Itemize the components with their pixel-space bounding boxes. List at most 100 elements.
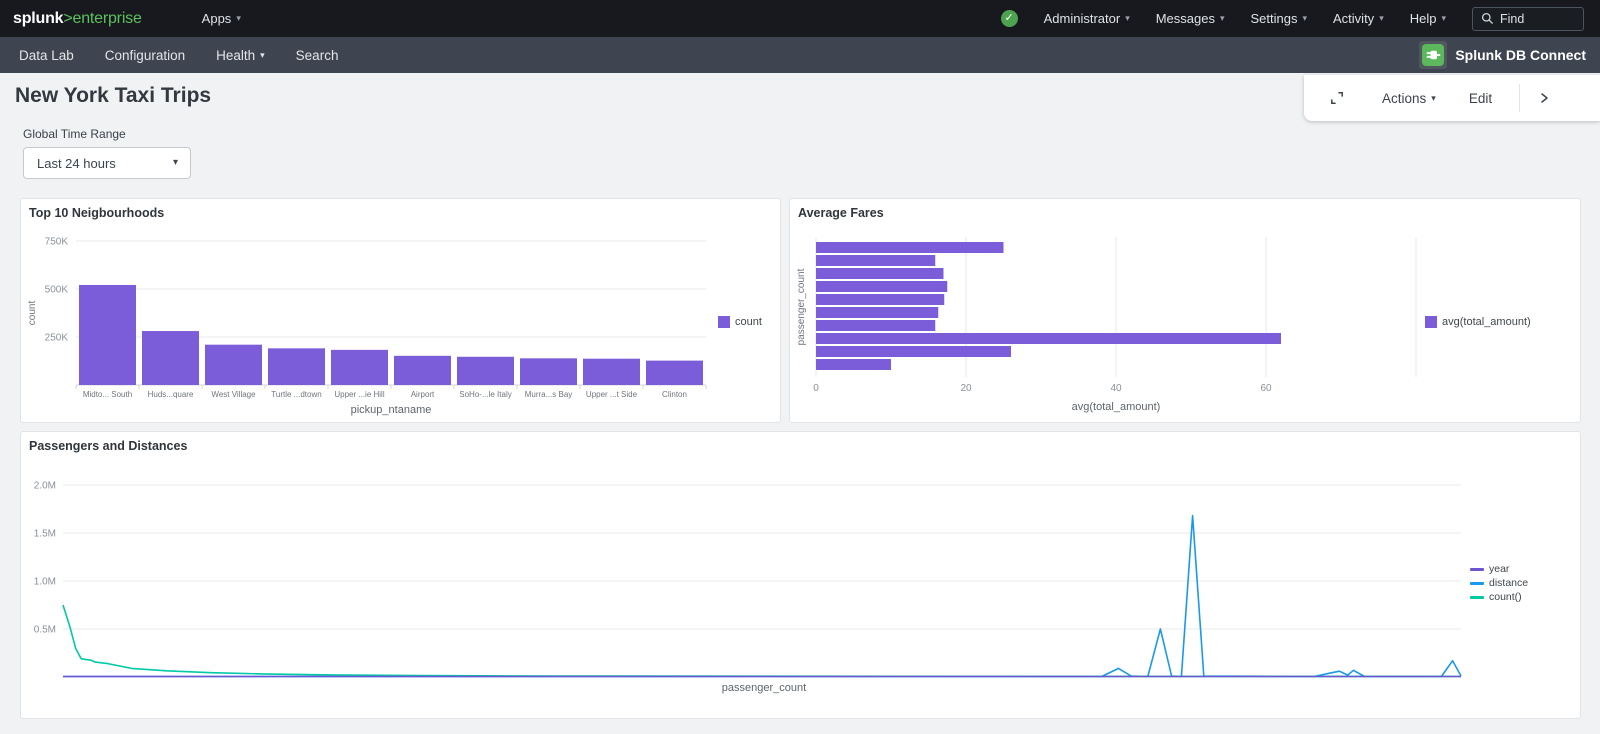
logo-brand: splunk <box>13 10 63 27</box>
svg-text:1.0M: 1.0M <box>34 577 56 588</box>
time-range-value: Last 24 hours <box>37 156 173 171</box>
legend-swatch <box>1425 316 1437 328</box>
svg-text:Midto... South: Midto... South <box>83 390 132 399</box>
legend-label: avg(total_amount) <box>1442 316 1531 328</box>
chart-passengers-distances-canvas: 0.5M1.0M1.5M2.0Mpassenger_count <box>21 432 1580 718</box>
legend-swatch <box>1470 582 1484 585</box>
activity-label: Activity <box>1333 11 1374 26</box>
legend-distance[interactable]: distance <box>1470 577 1528 589</box>
find-input[interactable] <box>1500 12 1575 26</box>
administrator-label: Administrator <box>1044 11 1121 26</box>
top-nav: splunk>enterprise Apps ▾ ✓ Administrator… <box>0 0 1600 37</box>
health-status-icon[interactable]: ✓ <box>1001 10 1018 27</box>
svg-text:passenger_count: passenger_count <box>796 268 807 345</box>
chevron-down-icon: ▾ <box>1220 14 1225 23</box>
svg-text:Upper ...ie Hill: Upper ...ie Hill <box>334 390 384 399</box>
time-range-dropdown[interactable]: Last 24 hours ▾ <box>23 147 191 179</box>
tab-data-lab[interactable]: Data Lab <box>19 48 74 63</box>
edit-label: Edit <box>1469 91 1492 106</box>
chevron-down-icon: ▾ <box>1302 14 1307 23</box>
search-icon <box>1481 12 1494 25</box>
administrator-menu[interactable]: Administrator ▾ <box>1044 11 1130 26</box>
page-title: New York Taxi Trips <box>15 84 211 108</box>
svg-text:passenger_count: passenger_count <box>722 682 806 694</box>
legend-label: distance <box>1489 577 1528 589</box>
chevron-down-icon: ▾ <box>1431 94 1436 103</box>
svg-text:750K: 750K <box>45 237 69 248</box>
app-identity: Splunk DB Connect <box>1419 41 1586 69</box>
collapse-panel-button[interactable] <box>1537 91 1551 105</box>
tab-health-label: Health <box>216 48 255 63</box>
apps-menu[interactable]: Apps ▾ <box>202 11 241 26</box>
messages-menu[interactable]: Messages ▾ <box>1156 11 1225 26</box>
svg-text:count: count <box>27 301 38 326</box>
legend-year[interactable]: year <box>1470 563 1509 575</box>
chevron-down-icon: ▾ <box>1125 14 1130 23</box>
db-connect-plug-icon <box>1419 41 1447 69</box>
legend-swatch <box>1470 568 1484 571</box>
svg-text:60: 60 <box>1260 383 1272 394</box>
svg-text:West Village: West Village <box>211 390 256 399</box>
svg-text:250K: 250K <box>45 333 69 344</box>
svg-text:2.0M: 2.0M <box>34 481 56 492</box>
settings-label: Settings <box>1251 11 1298 26</box>
panel-title: Average Fares <box>798 206 884 220</box>
tab-configuration-label: Configuration <box>105 48 185 63</box>
splunk-logo[interactable]: splunk>enterprise <box>13 10 142 28</box>
chart-top10-canvas: 250K 500K 750K Midto... South Huds...quare We… <box>21 199 780 422</box>
svg-text:500K: 500K <box>45 285 69 296</box>
svg-text:Murra...s Bay: Murra...s Bay <box>525 390 573 399</box>
apps-menu-label: Apps <box>202 11 232 26</box>
chevron-down-icon: ▾ <box>260 51 265 60</box>
time-range-label: Global Time Range <box>23 127 126 141</box>
edit-button[interactable]: Edit <box>1469 91 1492 106</box>
toolbar-divider <box>1519 84 1520 112</box>
svg-text:SoHo-...le Italy: SoHo-...le Italy <box>459 390 511 399</box>
svg-text:20: 20 <box>960 383 972 394</box>
svg-text:Turtle ...dtown: Turtle ...dtown <box>271 390 321 399</box>
app-name: Splunk DB Connect <box>1455 47 1586 63</box>
settings-menu[interactable]: Settings ▾ <box>1251 11 1308 26</box>
tab-configuration[interactable]: Configuration <box>105 48 185 63</box>
fullscreen-icon <box>1329 90 1345 106</box>
messages-label: Messages <box>1156 11 1215 26</box>
fullscreen-button[interactable] <box>1329 90 1345 106</box>
panel-average-fares: Average Fares 0204060avg(total_amount)pa… <box>789 198 1581 423</box>
panel-title: Passengers and Distances <box>29 439 187 453</box>
tab-search[interactable]: Search <box>296 48 339 63</box>
chart-average-fares-canvas: 0204060avg(total_amount)passenger_count <box>790 199 1580 422</box>
legend-count[interactable]: count <box>718 316 762 328</box>
legend-swatch <box>718 316 730 328</box>
actions-button[interactable]: Actions ▾ <box>1382 91 1436 106</box>
svg-text:Airport: Airport <box>411 390 435 399</box>
svg-text:0.5M: 0.5M <box>34 625 56 636</box>
svg-text:Huds...quare: Huds...quare <box>148 390 194 399</box>
chevron-down-icon: ▾ <box>173 158 178 168</box>
chevron-down-icon: ▾ <box>1379 14 1384 23</box>
logo-product: >enterprise <box>63 10 141 27</box>
legend-lines: year distance count() <box>1470 563 1528 603</box>
svg-text:pickup_ntaname: pickup_ntaname <box>351 404 432 416</box>
find-search-box[interactable] <box>1472 7 1584 31</box>
legend-label: year <box>1489 563 1509 575</box>
svg-text:avg(total_amount): avg(total_amount) <box>1072 401 1161 413</box>
svg-text:Upper ...t Side: Upper ...t Side <box>586 390 638 399</box>
legend-avg-total-amount[interactable]: avg(total_amount) <box>1425 316 1531 328</box>
legend-label: count() <box>1489 591 1522 603</box>
tab-search-label: Search <box>296 48 339 63</box>
top-nav-right: ✓ Administrator ▾ Messages ▾ Settings ▾ … <box>1001 0 1584 37</box>
tab-health[interactable]: Health ▾ <box>216 48 265 63</box>
panel-passengers-distances: Passengers and Distances 0.5M1.0M1.5M2.0… <box>20 431 1581 719</box>
panel-top10-neighbourhoods: Top 10 Neigbourhoods 250K 500K 750K Midto..… <box>20 198 781 423</box>
app-bar: Data Lab Configuration Health ▾ Search S… <box>0 37 1600 73</box>
panel-title: Top 10 Neigbourhoods <box>29 206 164 220</box>
dashboard-toolbar: Actions ▾ Edit <box>1304 75 1600 121</box>
activity-menu[interactable]: Activity ▾ <box>1333 11 1384 26</box>
help-menu[interactable]: Help ▾ <box>1410 11 1446 26</box>
legend-count-fn[interactable]: count() <box>1470 591 1522 603</box>
chevron-down-icon: ▾ <box>1441 14 1446 23</box>
chevron-right-icon <box>1537 91 1551 105</box>
svg-text:Clinton: Clinton <box>662 390 687 399</box>
legend-swatch <box>1470 596 1484 599</box>
legend-label: count <box>735 316 762 328</box>
